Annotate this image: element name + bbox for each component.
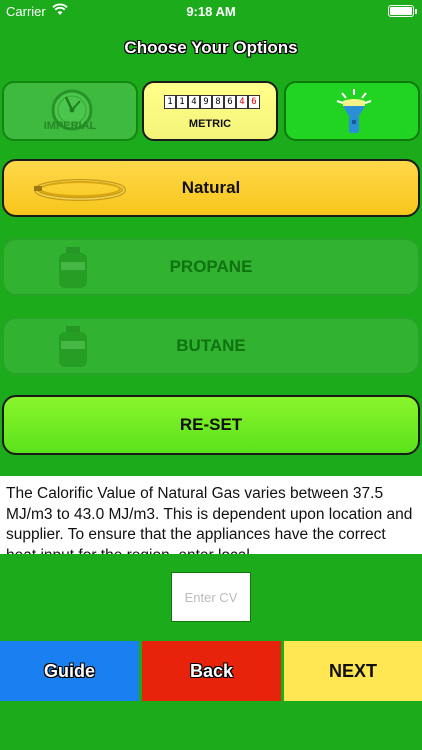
meter-digit: 4 [188,95,200,109]
flashlight-icon [336,89,372,133]
meter-digit: 4 [236,95,248,109]
next-button[interactable]: NEXT [284,641,422,701]
imperial-label: IMPERIAL [43,120,97,132]
info-text[interactable]: The Calorific Value of Natural Gas varie… [0,476,422,554]
meter-digit: 8 [212,95,224,109]
battery-icon [388,5,417,17]
natural-label: Natural [181,178,241,197]
page-title: Choose Your Options [124,38,298,57]
meter-digit: 6 [248,95,260,109]
reset-button[interactable]: RE-SET [2,395,420,455]
imperial-button[interactable]: IMPERIAL [2,81,138,141]
metric-label: METRIC [188,118,232,130]
propane-label: PROPANE [169,257,253,276]
cv-input[interactable] [171,572,251,622]
meter-digit: 6 [224,95,236,109]
meter-digit: 1 [176,95,188,109]
propane-button[interactable]: PROPANE [2,238,420,296]
meter-digit: 9 [200,95,212,109]
status-bar: Carrier 9:18 AM [0,0,422,22]
guide-button[interactable]: Guide [0,641,139,701]
reset-label: RE-SET [179,415,243,434]
clock: 9:18 AM [186,4,236,19]
back-button[interactable]: Back [142,641,281,701]
metric-button[interactable]: 1 1 4 9 8 6 4 6 METRIC [142,81,278,141]
butane-button[interactable]: BUTANE [2,317,420,375]
meter-digit: 1 [164,95,176,109]
torch-button[interactable] [284,81,420,141]
butane-label: BUTANE [176,336,246,355]
natural-gas-button[interactable]: Natural [2,159,420,217]
meter-counter-icon: 1 1 4 9 8 6 4 6 [164,95,260,109]
